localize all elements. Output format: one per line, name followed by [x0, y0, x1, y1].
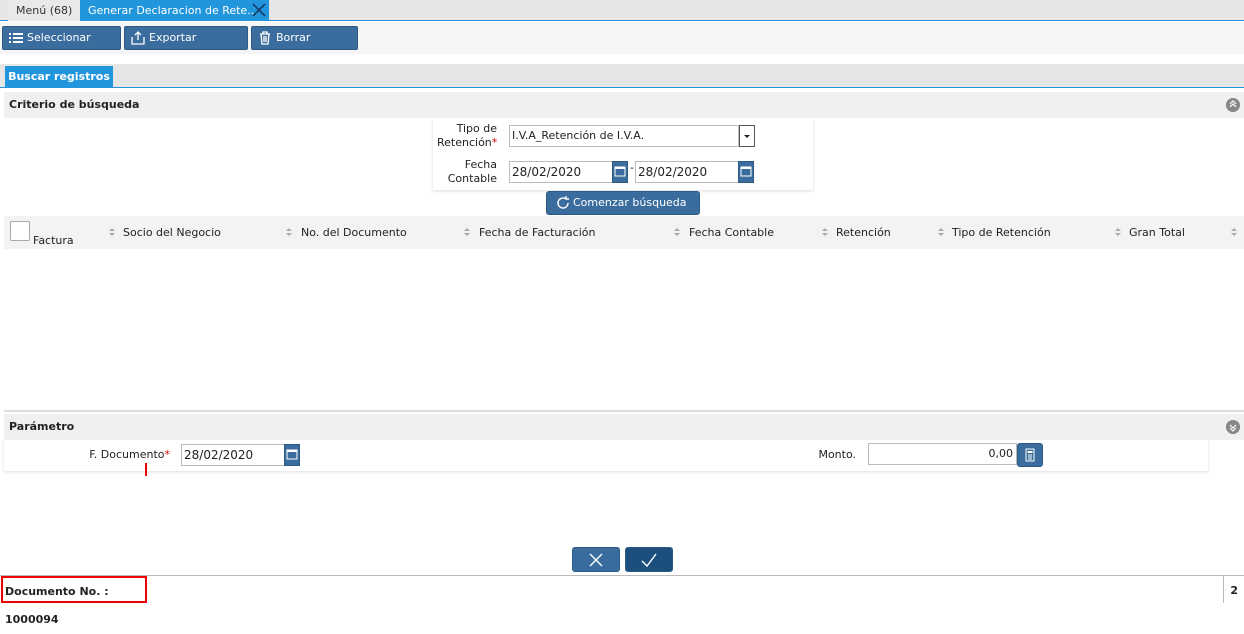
close-icon — [589, 553, 603, 567]
select-all-checkbox[interactable] — [10, 221, 30, 241]
select-all-label: Seleccionar todo — [27, 31, 91, 66]
toolbar: Seleccionar todo Exportar registros Borr… — [0, 22, 1244, 66]
f-documento-input[interactable]: 28/02/2020 — [181, 444, 285, 466]
column-header-tipo-retencion[interactable]: Tipo de Retención — [952, 226, 1051, 240]
f-documento-calendar-button[interactable] — [284, 444, 300, 466]
column-header-socio[interactable]: Socio del Negocio — [123, 226, 221, 240]
tipo-retencion-select[interactable]: I.V.A_Retención de I.V.A. — [509, 125, 739, 147]
calculator-button[interactable] — [1017, 443, 1043, 467]
refresh-icon — [557, 196, 569, 209]
column-header-fecha-contable[interactable]: Fecha Contable — [689, 226, 774, 240]
fecha-hasta-calendar-button[interactable] — [738, 161, 754, 183]
collapse-up-icon[interactable] — [1226, 98, 1240, 112]
calculator-icon — [1025, 448, 1035, 462]
status-bar: Documento No. : 1000094 2 — [0, 575, 1244, 626]
sort-icon[interactable] — [1230, 226, 1238, 238]
results-grid-body — [4, 249, 1244, 412]
collapse-down-icon[interactable] — [1226, 420, 1240, 434]
delete-label: Borrar registro — [276, 31, 319, 66]
parametro-header-label: Parámetro — [9, 420, 75, 433]
select-all-button[interactable]: Seleccionar todo — [2, 26, 121, 66]
required-indicator — [145, 463, 147, 476]
calendar-icon — [740, 166, 752, 177]
delete-button[interactable]: Borrar registro — [251, 26, 358, 66]
fecha-desde-calendar-button[interactable] — [612, 161, 628, 183]
trash-icon — [260, 31, 270, 45]
document-number: Documento No. : 1000094 — [1, 576, 147, 626]
export-icon — [131, 31, 145, 45]
chevron-down-icon — [744, 135, 750, 138]
sort-icon[interactable] — [285, 226, 293, 238]
tipo-retencion-label: Tipo de Retención* — [437, 122, 497, 150]
tab-menu[interactable]: Menú (68) — [8, 0, 82, 21]
column-header-gran-total[interactable]: Gran Total — [1129, 226, 1185, 240]
search-tab-row: Buscar registros — [0, 64, 1244, 88]
sort-icon[interactable] — [937, 226, 945, 238]
required-marker: * — [164, 448, 171, 461]
tipo-retencion-dropdown-button[interactable] — [739, 125, 755, 147]
start-search-button[interactable]: Comenzar búsqueda ... — [546, 191, 700, 231]
date-range-separator: - — [630, 161, 634, 174]
checkmark-icon — [641, 553, 657, 568]
criteria-group-header[interactable]: Criterio de búsqueda — [4, 92, 1244, 118]
window-tab-bar: Menú (68) Generar Declaracion de Rete... — [0, 0, 1244, 21]
criteria-header-label: Criterio de búsqueda — [9, 98, 140, 111]
fecha-contable-label: Fecha Contable — [437, 158, 497, 186]
sort-icon[interactable] — [108, 226, 116, 238]
fecha-hasta-input[interactable]: 28/02/2020 — [635, 161, 739, 183]
calendar-icon — [286, 449, 298, 460]
required-marker: * — [491, 136, 498, 149]
sort-icon[interactable] — [821, 226, 829, 238]
column-header-fecha-facturacion[interactable]: Fecha de Facturación — [479, 226, 595, 240]
fecha-desde-input[interactable]: 28/02/2020 — [509, 161, 613, 183]
sort-icon[interactable] — [673, 226, 681, 238]
parametro-group-header[interactable]: Parámetro — [4, 414, 1244, 440]
sort-icon[interactable] — [463, 226, 471, 238]
tipo-label-line2: Retención — [437, 136, 492, 149]
export-label: Exportar registros — [149, 31, 197, 66]
results-grid-header: Factura Socio del Negocio No. del Docume… — [4, 216, 1244, 249]
tab-label: Generar Declaracion de Rete... — [88, 4, 258, 17]
column-header-factura[interactable]: Factura — [33, 234, 74, 248]
cancel-button[interactable] — [572, 547, 620, 572]
monto-label: Monto. — [818, 448, 856, 461]
column-header-no-documento[interactable]: No. del Documento — [301, 226, 407, 240]
sort-icon[interactable] — [1114, 226, 1122, 238]
tab-generar-declaracion[interactable]: Generar Declaracion de Rete... — [80, 0, 269, 21]
close-icon[interactable] — [251, 2, 267, 18]
list-icon — [9, 33, 23, 43]
monto-input[interactable]: 0,00 — [868, 443, 1017, 465]
tab-buscar-registros[interactable]: Buscar registros — [5, 66, 113, 88]
f-documento-label-text: F. Documento — [89, 448, 165, 461]
calendar-icon — [614, 166, 626, 177]
ok-button[interactable] — [625, 547, 673, 572]
export-button[interactable]: Exportar registros — [124, 26, 248, 66]
column-header-retencion[interactable]: Retención — [836, 226, 891, 240]
f-documento-label: F. Documento* — [60, 448, 170, 462]
fecha-label-line2: Contable — [447, 172, 497, 185]
fecha-label-line1: Fecha — [464, 158, 497, 171]
tipo-label-line1: Tipo de — [456, 122, 497, 135]
record-count: 2 — [1223, 576, 1238, 603]
